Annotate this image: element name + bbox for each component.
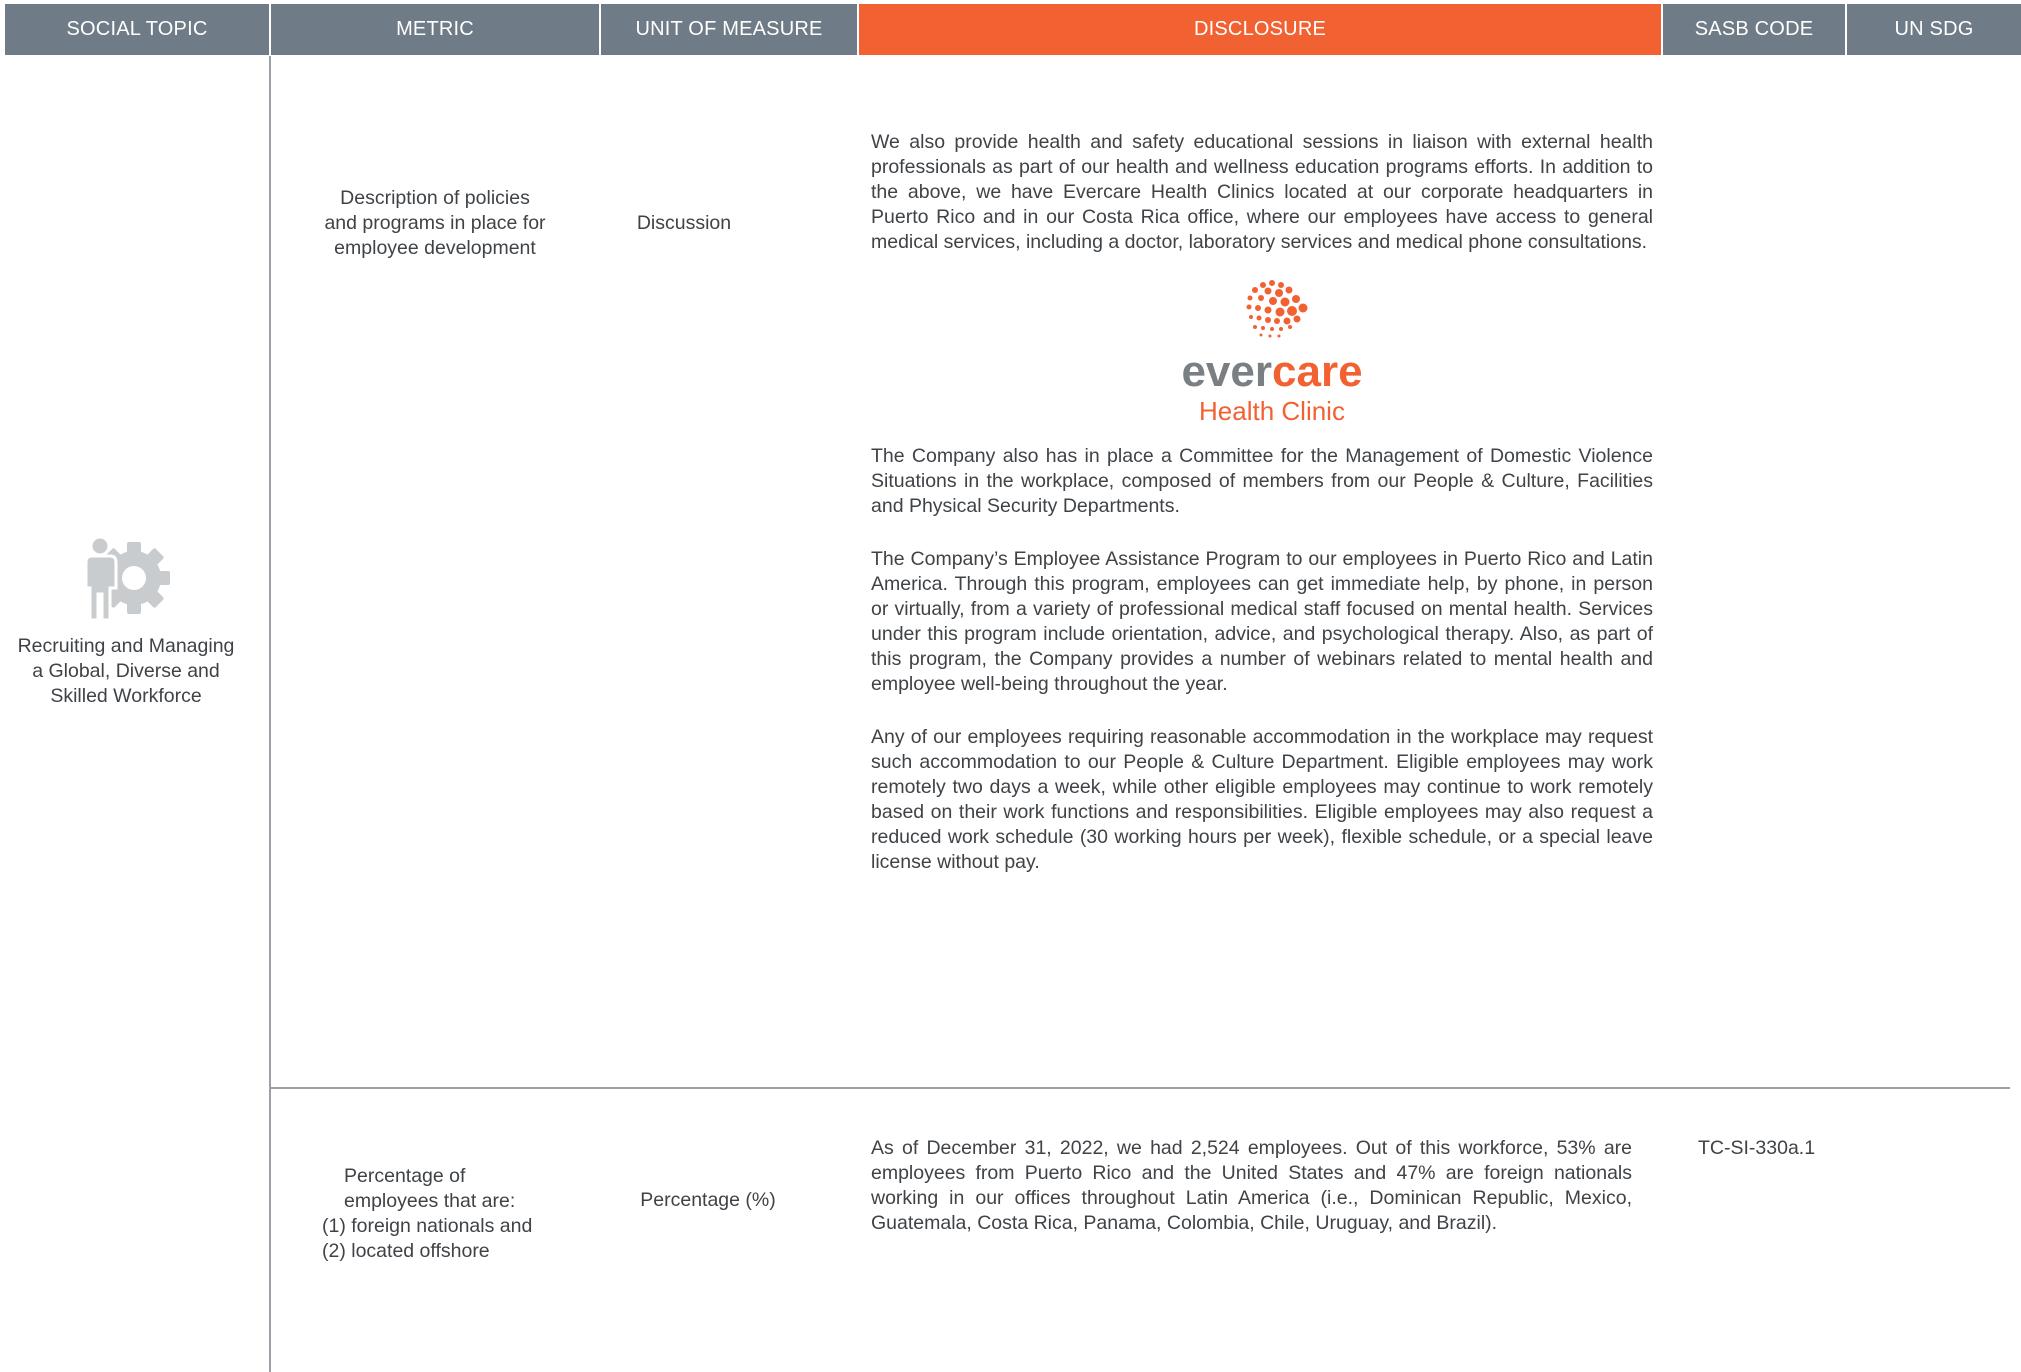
logo-tagline: Health Clinic	[1199, 396, 1345, 426]
disclosure-paragraph: We also provide health and safety educat…	[871, 131, 1653, 253]
header-sasb-code: SASB CODE	[1663, 4, 1845, 55]
row-divider	[270, 1087, 2010, 1089]
metric-cell: Description of policies and programs in …	[300, 186, 570, 261]
unit-cell: Percentage (%)	[640, 1189, 776, 1211]
social-topic-line: Recruiting and Managing	[17, 635, 235, 657]
metric-line: employees that are:	[344, 1190, 516, 1212]
column-divider	[269, 56, 271, 1372]
disclosure-paragraph: The Company’s Employee Assistance Progra…	[871, 548, 1653, 695]
metric-line: Description of policies	[340, 187, 530, 209]
disclosure-cell: As of December 31, 2022, we had 2,524 em…	[871, 1136, 1632, 1264]
svg-text:evercare: evercare	[1181, 347, 1362, 396]
social-topic-cell: Recruiting and Managing a Global, Divers…	[0, 532, 252, 709]
disclosure-paragraph: As of December 31, 2022, we had 2,524 em…	[871, 1137, 1632, 1234]
metric-line: employee development	[334, 237, 536, 259]
table-header: SOCIAL TOPIC METRIC UNIT OF MEASURE DISC…	[0, 0, 2021, 58]
header-unit-of-measure: UNIT OF MEASURE	[601, 4, 857, 55]
person-gear-icon	[84, 535, 170, 622]
social-topic-line: a Global, Diverse and	[32, 660, 220, 682]
header-social-topic: SOCIAL TOPIC	[5, 4, 269, 55]
logo-word-a: ever	[1181, 347, 1272, 396]
header-disclosure: DISCLOSURE	[859, 4, 1661, 55]
metric-line: (2) located offshore	[322, 1240, 490, 1262]
evercare-logo: evercare Health Clinic	[1137, 275, 1407, 430]
metric-line: Percentage of	[344, 1165, 466, 1187]
disclosure-cell-continued: The Company also has in place a Committe…	[871, 444, 1653, 903]
logo-word-b: care	[1272, 347, 1363, 396]
disclosure-paragraph: Any of our employees requiring reasonabl…	[871, 726, 1653, 873]
disclosure-cell: We also provide health and safety educat…	[871, 130, 1653, 283]
header-metric: METRIC	[271, 4, 599, 55]
social-topic-line: Skilled Workforce	[50, 685, 202, 707]
metric-line: (1) foreign nationals and	[322, 1215, 533, 1237]
unit-cell: Discussion	[636, 212, 732, 234]
evercare-dots-icon: evercare Health Clinic	[1181, 280, 1363, 426]
header-un-sdg: UN SDG	[1847, 4, 2021, 55]
disclosure-paragraph: The Company also has in place a Committe…	[871, 445, 1653, 517]
metric-cell: Percentage of employees that are: (1) fo…	[322, 1164, 582, 1264]
sasb-code-cell: TC-SI-330a.1	[1698, 1137, 1816, 1159]
metric-line: and programs in place for	[324, 212, 546, 234]
